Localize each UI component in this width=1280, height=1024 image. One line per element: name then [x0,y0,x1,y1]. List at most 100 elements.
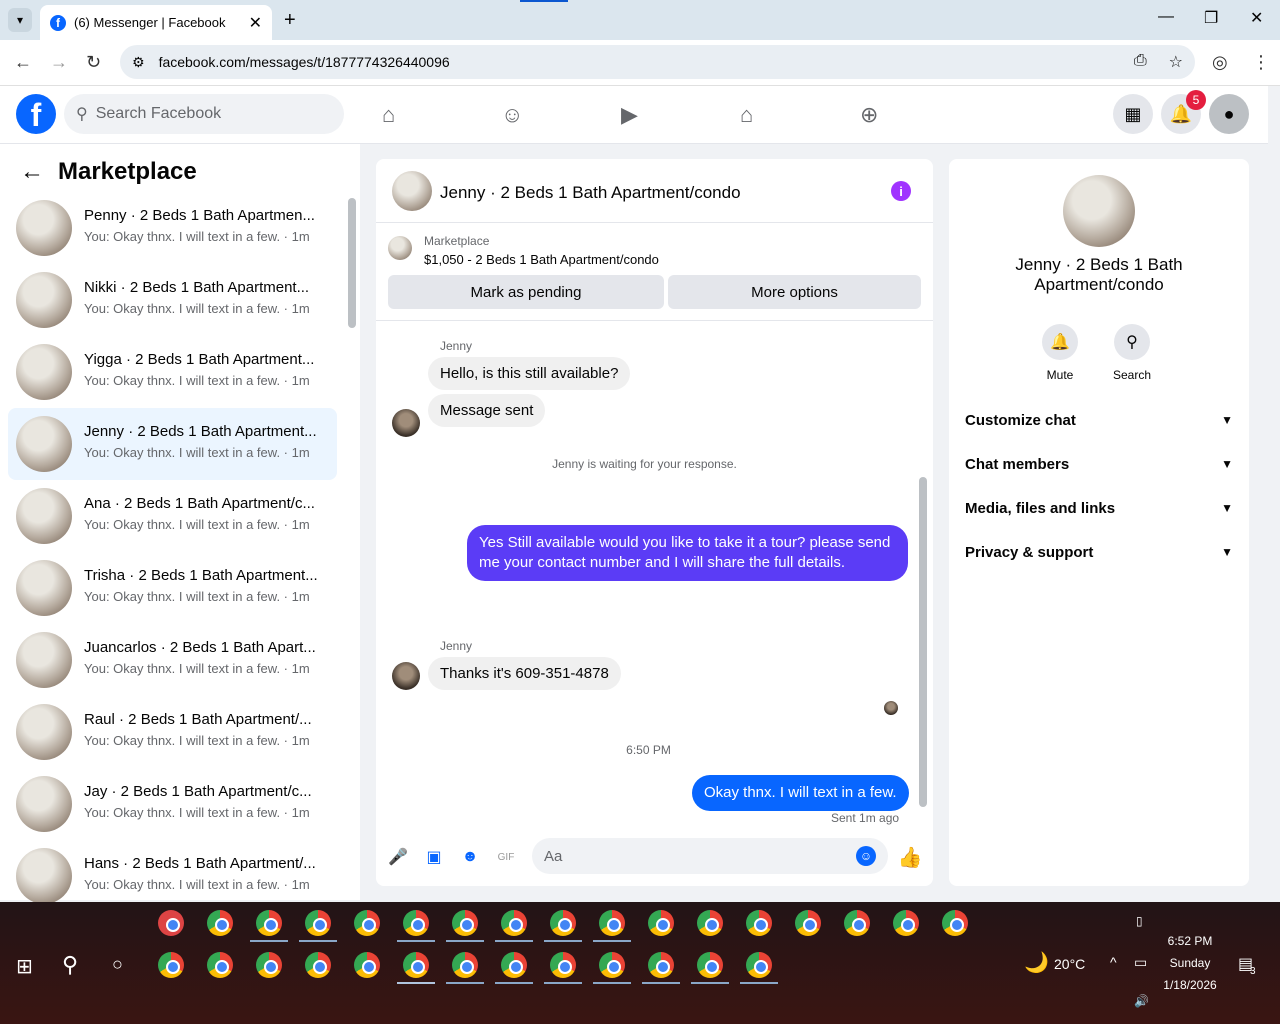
bell-icon[interactable]: 🔔 [1042,324,1078,360]
microphone-icon[interactable]: 🎤 [388,847,408,867]
sender-avatar[interactable] [392,662,420,690]
close-tab-icon[interactable]: ✕ [249,13,262,33]
site-info-icon[interactable]: ⚙ [132,54,145,71]
close-window-button[interactable]: ✕ [1250,8,1263,28]
more-options-button[interactable]: More options [668,275,921,309]
emoji-icon[interactable]: ☺ [856,846,876,866]
back-arrow-icon[interactable]: ← [20,158,44,186]
friends-icon[interactable]: ☺ [501,102,523,128]
chrome-icon[interactable] [599,952,625,978]
install-app-icon[interactable]: ⎙ [1134,52,1147,72]
chrome-icon[interactable] [305,952,331,978]
chrome-icon[interactable] [501,910,527,936]
mute-action[interactable]: 🔔 Mute [1042,324,1078,382]
chrome-icon[interactable] [795,910,821,936]
tab-search-button[interactable]: ▾ [8,8,32,32]
chat-avatar[interactable] [392,171,432,211]
chrome-icon[interactable] [452,910,478,936]
conversation-item[interactable]: Trisha · 2 Beds 1 Bath Apartment... You:… [8,552,337,624]
clock-time[interactable]: 6:52 PM [1160,934,1220,948]
forward-button[interactable]: → [50,52,68,73]
conversation-item[interactable]: Jay · 2 Beds 1 Bath Apartment/c... You: … [8,768,337,840]
browser-menu-icon[interactable]: ⋮ [1252,52,1270,73]
address-bar[interactable]: ⚙ facebook.com/messages/t/18777743264400… [120,45,1195,79]
chrome-icon[interactable] [746,952,772,978]
gif-icon[interactable]: GIF [496,847,516,867]
volume-icon[interactable]: 🔊 [1134,994,1149,1008]
incoming-message[interactable]: Hello, is this still available? [428,357,631,390]
chrome-icon[interactable] [697,910,723,936]
chrome-icon[interactable] [893,910,919,936]
media-files-section[interactable]: Media, files and links ▼ [965,488,1233,528]
chrome-icon[interactable] [207,910,233,936]
chrome-icon[interactable] [697,952,723,978]
chrome-icon[interactable] [550,952,576,978]
browser-tab[interactable]: f (6) Messenger | Facebook ✕ [40,5,272,40]
incoming-message[interactable]: Thanks it's 609-351-4878 [428,657,621,690]
facebook-search-input[interactable]: ⚲ Search Facebook [64,94,344,134]
account-avatar[interactable]: ● [1209,94,1249,134]
profile-icon[interactable]: ◎ [1212,52,1228,73]
chat-members-section[interactable]: Chat members ▼ [965,444,1233,484]
customize-chat-section[interactable]: Customize chat ▼ [965,400,1233,440]
sender-avatar[interactable] [392,409,420,437]
windows-start-icon[interactable]: ⊞ [16,954,33,979]
listing-thumbnail[interactable] [388,236,412,260]
outgoing-message[interactable]: Yes Still available would you like to ta… [467,525,908,581]
chrome-icon[interactable] [403,910,429,936]
search-icon[interactable]: ⚲ [62,952,78,978]
conversation-item[interactable]: Juancarlos · 2 Beds 1 Bath Apart... You:… [8,624,337,696]
chrome-icon[interactable] [403,952,429,978]
device-icon[interactable]: ▯ [1136,914,1143,928]
chrome-icon[interactable] [501,952,527,978]
conversation-item[interactable]: Yigga · 2 Beds 1 Bath Apartment... You: … [8,336,337,408]
listing-price[interactable]: $1,050 - 2 Beds 1 Bath Apartment/condo [424,252,659,267]
cortana-icon[interactable]: ○ [112,954,123,975]
chrome-icon[interactable] [354,910,380,936]
marketplace-icon[interactable]: ⌂ [740,102,753,128]
privacy-support-section[interactable]: Privacy & support ▼ [965,532,1233,572]
chrome-icon[interactable] [354,952,380,978]
conversation-item[interactable]: Ana · 2 Beds 1 Bath Apartment/c... You: … [8,480,337,552]
clock-date[interactable]: 1/18/2026 [1160,978,1220,992]
search-icon[interactable]: ⚲ [1114,324,1151,360]
chrome-icon[interactable] [844,910,870,936]
conversation-item[interactable]: Penny · 2 Beds 1 Bath Apartmen... You: O… [8,192,337,264]
app-icon[interactable] [158,910,184,936]
temperature[interactable]: 20°C [1054,956,1085,972]
clock-day[interactable]: Sunday [1160,956,1220,970]
chrome-icon[interactable] [158,952,184,978]
info-icon[interactable]: i [891,181,911,201]
home-icon[interactable]: ⌂ [382,102,395,128]
chrome-icon[interactable] [452,952,478,978]
sidebar-scrollbar[interactable] [348,198,356,328]
sticker-icon[interactable]: ☻ [460,847,480,867]
chrome-icon[interactable] [648,952,674,978]
photo-icon[interactable]: ▣ [424,847,444,867]
profile-avatar[interactable] [1063,175,1135,247]
network-icon[interactable]: ▭ [1134,954,1147,971]
incoming-message[interactable]: Message sent [428,394,546,427]
conversation-item[interactable]: Nikki · 2 Beds 1 Bath Apartment... You: … [8,264,337,336]
chrome-icon[interactable] [942,910,968,936]
weather-icon[interactable]: 🌙 [1024,950,1049,975]
minimize-button[interactable]: — [1158,8,1174,26]
conversation-item-active[interactable]: Jenny · 2 Beds 1 Bath Apartment... You: … [8,408,337,480]
chrome-icon[interactable] [305,910,331,936]
chrome-icon[interactable] [550,910,576,936]
mark-pending-button[interactable]: Mark as pending [388,275,664,309]
search-action[interactable]: ⚲ Search [1113,324,1151,382]
facebook-logo-icon[interactable]: f [16,94,56,134]
chat-title[interactable]: Jenny · 2 Beds 1 Bath Apartment/condo [440,183,741,203]
message-input[interactable]: Aa ☺ [532,838,888,874]
chrome-icon[interactable] [256,952,282,978]
outgoing-message[interactable]: Okay thnx. I will text in a few. [692,775,909,811]
thumbs-up-icon[interactable]: 👍 [898,847,923,869]
conversation-item[interactable]: Raul · 2 Beds 1 Bath Apartment/... You: … [8,696,337,768]
restore-button[interactable]: ❐ [1204,8,1218,28]
chrome-icon[interactable] [256,910,282,936]
reload-button[interactable]: ↻ [86,52,101,73]
back-button[interactable]: ← [14,52,32,73]
menu-grid-icon[interactable]: ▦ [1113,94,1153,134]
chrome-icon[interactable] [746,910,772,936]
